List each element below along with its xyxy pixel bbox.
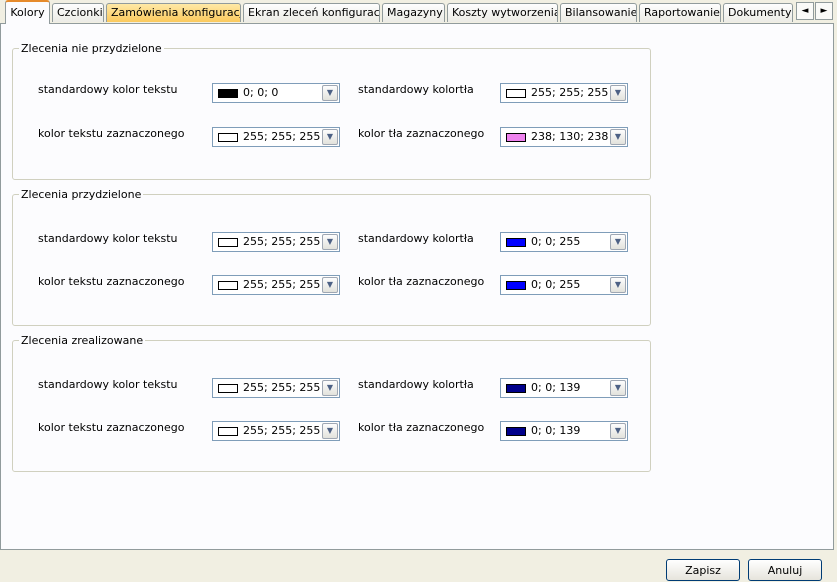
- color-swatch: [218, 384, 238, 393]
- chevron-down-icon[interactable]: ▼: [322, 129, 338, 145]
- color-picker-selected-text[interactable]: 255; 255; 255 ▼: [212, 421, 340, 441]
- color-picker-selected-text[interactable]: 255; 255; 255 ▼: [212, 127, 340, 147]
- color-picker-selected-bg[interactable]: 0; 0; 139 ▼: [500, 421, 628, 441]
- label-standard-text-color: standardowy kolor tekstu: [38, 83, 178, 96]
- color-value: 238; 130; 238: [531, 130, 609, 143]
- tab-panel-kolory: Zlecenia nie przydzielone standardowy ko…: [0, 23, 834, 550]
- color-picker-standard-text[interactable]: 255; 255; 255 ▼: [212, 378, 340, 398]
- color-value: 255; 255; 255: [243, 278, 321, 291]
- color-swatch: [218, 133, 238, 142]
- group-zlecenia-zrealizowane: Zlecenia zrealizowane standardowy kolor …: [12, 334, 651, 472]
- tab-strip: Kolory Czcionki Zamówienia konfiguracja …: [0, 0, 837, 24]
- color-swatch: [506, 89, 526, 98]
- color-swatch: [218, 427, 238, 436]
- label-selected-text-color: kolor tekstu zaznaczonego: [38, 275, 185, 288]
- chevron-down-icon[interactable]: ▼: [610, 85, 626, 101]
- group-title: Zlecenia przydzielone: [21, 188, 142, 201]
- color-value: 255; 255; 255: [243, 130, 321, 143]
- color-swatch: [506, 238, 526, 247]
- color-swatch: [218, 89, 238, 98]
- color-value: 0; 0; 255: [531, 235, 581, 248]
- label-standard-bg-color: standardowy kolortła: [358, 378, 474, 391]
- tab-koszty-wytworzenia[interactable]: Koszty wytworzenia: [447, 3, 558, 22]
- color-picker-standard-bg[interactable]: 0; 0; 139 ▼: [500, 378, 628, 398]
- tab-scroll-left-icon[interactable]: ◄: [796, 2, 814, 20]
- color-swatch: [506, 281, 526, 290]
- tab-bilansowanie[interactable]: Bilansowanie: [560, 3, 637, 22]
- color-value: 0; 0; 139: [531, 381, 581, 394]
- label-selected-text-color: kolor tekstu zaznaczonego: [38, 421, 185, 434]
- color-value: 255; 255; 255: [243, 235, 321, 248]
- chevron-down-icon[interactable]: ▼: [610, 234, 626, 250]
- color-picker-standard-text[interactable]: 255; 255; 255 ▼: [212, 232, 340, 252]
- color-value: 0; 0; 139: [531, 424, 581, 437]
- color-picker-selected-bg[interactable]: 238; 130; 238 ▼: [500, 127, 628, 147]
- chevron-down-icon[interactable]: ▼: [322, 423, 338, 439]
- color-swatch: [218, 281, 238, 290]
- color-value: 255; 255; 255: [243, 381, 321, 394]
- tab-scroll-buttons: ◄ ►: [796, 2, 836, 22]
- color-picker-selected-text[interactable]: 255; 255; 255 ▼: [212, 275, 340, 295]
- label-selected-text-color: kolor tekstu zaznaczonego: [38, 127, 185, 140]
- label-selected-bg-color: kolor tła zaznaczonego: [358, 127, 485, 140]
- chevron-down-icon[interactable]: ▼: [610, 129, 626, 145]
- label-standard-bg-color: standardowy kolortła: [358, 83, 474, 96]
- color-swatch: [218, 238, 238, 247]
- color-picker-standard-bg[interactable]: 0; 0; 255 ▼: [500, 232, 628, 252]
- color-swatch: [506, 133, 526, 142]
- group-title: Zlecenia zrealizowane: [21, 334, 144, 347]
- color-picker-standard-text[interactable]: 0; 0; 0 ▼: [212, 83, 340, 103]
- color-swatch: [506, 384, 526, 393]
- color-value: 255; 255; 255: [531, 86, 609, 99]
- save-button[interactable]: Zapisz: [666, 559, 740, 581]
- color-swatch: [506, 427, 526, 436]
- tab-czcionki[interactable]: Czcionki: [52, 3, 104, 22]
- tab-zamowienia-konfiguracja[interactable]: Zamówienia konfiguracja: [106, 3, 241, 22]
- color-picker-standard-bg[interactable]: 255; 255; 255 ▼: [500, 83, 628, 103]
- chevron-down-icon[interactable]: ▼: [322, 85, 338, 101]
- chevron-down-icon[interactable]: ▼: [610, 380, 626, 396]
- chevron-down-icon[interactable]: ▼: [610, 423, 626, 439]
- cancel-button[interactable]: Anuluj: [748, 559, 822, 581]
- group-zlecenia-nie-przydzielone: Zlecenia nie przydzielone standardowy ko…: [12, 42, 651, 180]
- chevron-down-icon[interactable]: ▼: [322, 234, 338, 250]
- chevron-down-icon[interactable]: ▼: [610, 277, 626, 293]
- tab-magazyny[interactable]: Magazyny: [382, 3, 445, 22]
- group-zlecenia-przydzielone: Zlecenia przydzielone standardowy kolor …: [12, 188, 651, 326]
- color-value: 0; 0; 0: [243, 86, 279, 99]
- tab-dokumenty[interactable]: Dokumenty: [723, 3, 793, 22]
- chevron-down-icon[interactable]: ▼: [322, 277, 338, 293]
- color-value: 255; 255; 255: [243, 424, 321, 437]
- label-selected-bg-color: kolor tła zaznaczonego: [358, 421, 485, 434]
- label-standard-text-color: standardowy kolor tekstu: [38, 378, 178, 391]
- color-picker-selected-bg[interactable]: 0; 0; 255 ▼: [500, 275, 628, 295]
- color-value: 0; 0; 255: [531, 278, 581, 291]
- tab-raportowanie[interactable]: Raportowanie: [639, 3, 721, 22]
- group-title: Zlecenia nie przydzielone: [21, 42, 162, 55]
- label-standard-text-color: standardowy kolor tekstu: [38, 232, 178, 245]
- tab-kolory[interactable]: Kolory: [5, 0, 50, 24]
- label-selected-bg-color: kolor tła zaznaczonego: [358, 275, 485, 288]
- tab-scroll-right-icon[interactable]: ►: [815, 2, 833, 20]
- tab-ekran-zlecen-konfiguracja[interactable]: Ekran zleceń konfiguracja: [243, 3, 380, 22]
- chevron-down-icon[interactable]: ▼: [322, 380, 338, 396]
- label-standard-bg-color: standardowy kolortła: [358, 232, 474, 245]
